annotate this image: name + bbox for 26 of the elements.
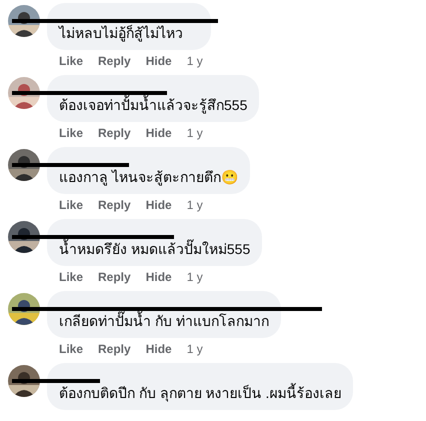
comment-action-link[interactable]: Reply: [98, 342, 131, 356]
comment-time[interactable]: 1 y: [186, 198, 203, 212]
comment-action-link[interactable]: Reply: [98, 54, 131, 68]
comment-action-link[interactable]: Hide: [146, 126, 172, 140]
comment-action-link[interactable]: Like: [59, 270, 84, 284]
comment-text: ต้องกบติดปีก กับ ลุกตาย หงายเป็น .ผมนี้ร้องเลย: [59, 384, 342, 403]
comment-action-link[interactable]: Reply: [98, 126, 131, 140]
comment-action-link[interactable]: Like: [59, 342, 84, 356]
comment-action-link[interactable]: Hide: [146, 54, 172, 68]
comment-action-link[interactable]: Like: [59, 126, 84, 140]
comment-time[interactable]: 1 y: [186, 342, 203, 356]
comment-text: ไม่หลบไม่อู้ก็สู้ไม่ไหว: [59, 24, 184, 43]
comment-action-link[interactable]: Like: [59, 54, 84, 68]
comment-text: เกลียดท่าปั๊มน้ำ กับ ท่าแบกโลกมาก: [59, 312, 269, 331]
comment-action-link[interactable]: Hide: [146, 270, 172, 284]
comment-time[interactable]: 1 y: [186, 270, 203, 284]
comment-action-link[interactable]: Reply: [98, 270, 131, 284]
comment-time[interactable]: 1 y: [186, 54, 203, 68]
comment-action-link[interactable]: Hide: [146, 198, 172, 212]
comment-text: แองกาลู ไหนจะสู้ตะกายตึก😬: [59, 168, 238, 187]
comment-time[interactable]: 1 y: [186, 126, 203, 140]
comment-action-link[interactable]: Hide: [146, 342, 172, 356]
comment-text: น้ำหมดรึยัง หมดแล้วปั๊มใหม่555: [59, 240, 250, 259]
comment-action-link[interactable]: Like: [59, 198, 84, 212]
comment-text: ต้องเจอท่าปั้มน้ำแล้วจะรู้สึก555: [59, 96, 248, 115]
comment-action-link[interactable]: Reply: [98, 198, 131, 212]
